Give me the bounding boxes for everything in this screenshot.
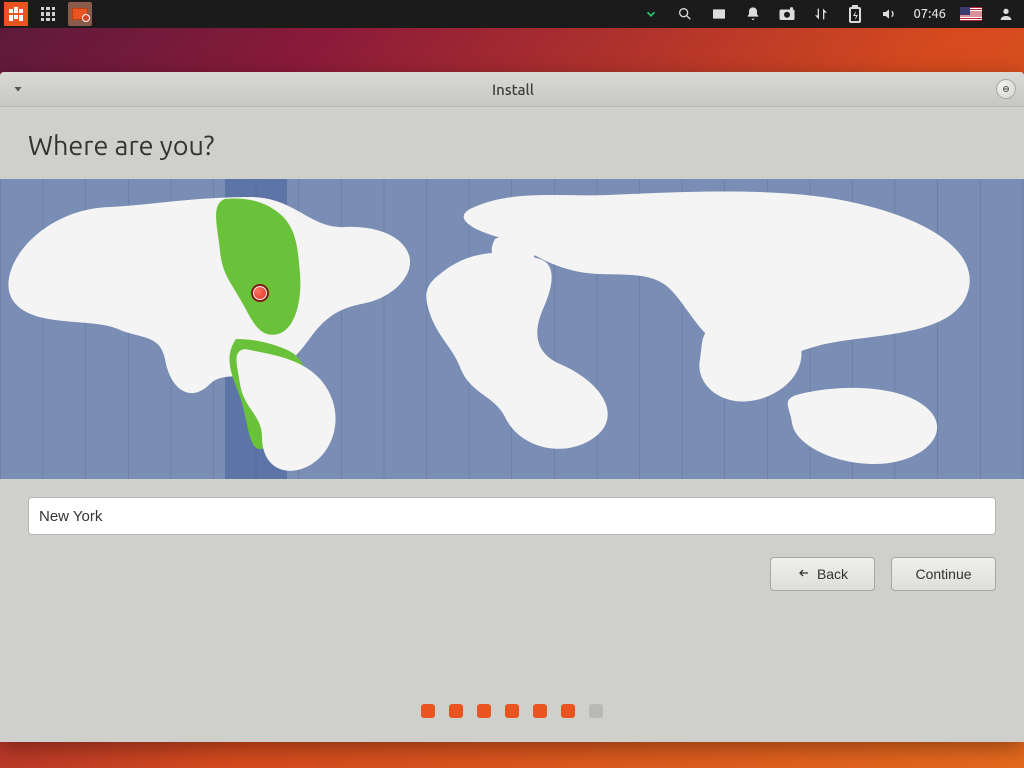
progress-dot <box>533 704 547 718</box>
arrow-left-icon <box>797 566 811 582</box>
progress-dots <box>0 704 1024 718</box>
network-icon[interactable] <box>811 4 831 24</box>
map-continents <box>0 179 1024 479</box>
chevron-down-icon[interactable] <box>641 4 661 24</box>
window-title: Install <box>30 81 996 98</box>
installer-window: Install Where are you? <box>0 72 1024 742</box>
clock[interactable]: 07:46 <box>913 7 946 21</box>
progress-dot <box>477 704 491 718</box>
progress-dot <box>589 704 603 718</box>
timezone-world-map[interactable] <box>0 179 1024 479</box>
location-marker-icon <box>251 284 269 302</box>
camera-icon[interactable] <box>777 4 797 24</box>
workspaces-icon[interactable] <box>709 4 729 24</box>
panel-left <box>0 2 92 26</box>
back-button[interactable]: Back <box>770 557 875 591</box>
continue-button[interactable]: Continue <box>891 557 996 591</box>
battery-icon[interactable] <box>845 4 865 24</box>
keyboard-layout-flag-us[interactable] <box>960 7 982 21</box>
apps-grid-icon[interactable] <box>36 2 60 26</box>
progress-dot <box>561 704 575 718</box>
progress-dot <box>505 704 519 718</box>
user-icon[interactable] <box>996 4 1016 24</box>
window-close-button[interactable] <box>996 79 1016 99</box>
distro-logo-icon[interactable] <box>4 2 28 26</box>
top-panel: 07:46 <box>0 0 1024 28</box>
volume-icon[interactable] <box>879 4 899 24</box>
progress-dot <box>449 704 463 718</box>
nav-row: Back Continue <box>28 557 996 591</box>
window-menu-dropdown-icon[interactable] <box>6 77 30 101</box>
search-icon[interactable] <box>675 4 695 24</box>
notifications-icon[interactable] <box>743 4 763 24</box>
page-heading: Where are you? <box>28 131 996 161</box>
installer-content: Where are you? Ba <box>0 107 1024 742</box>
continue-button-label: Continue <box>915 566 971 582</box>
tray-updates-icon[interactable] <box>68 2 92 26</box>
panel-right: 07:46 <box>641 4 1024 24</box>
progress-dot <box>421 704 435 718</box>
titlebar[interactable]: Install <box>0 72 1024 107</box>
location-input[interactable] <box>28 497 996 535</box>
back-button-label: Back <box>817 566 848 582</box>
